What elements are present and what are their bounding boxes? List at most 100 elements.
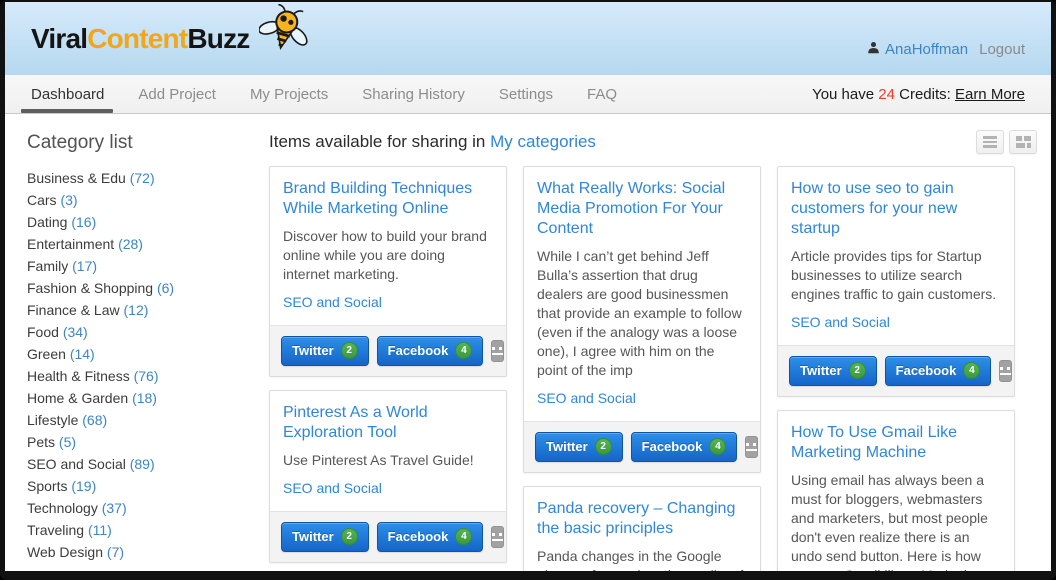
category-count: (76) (134, 368, 159, 384)
twitter-credit-badge: 2 (341, 528, 358, 545)
sidebar-item-home-garden[interactable]: Home & Garden (18) (27, 387, 261, 409)
card-title-link[interactable]: What Really Works: Social Media Promotio… (537, 179, 747, 239)
list-view-button[interactable] (976, 130, 1004, 154)
card-column-2: What Really Works: Social Media Promotio… (523, 166, 761, 571)
twitter-share-button[interactable]: Twitter2 (535, 432, 623, 462)
tab-my-projects[interactable]: My Projects (250, 86, 328, 103)
facebook-button-label: Facebook (388, 529, 449, 544)
card-title-link[interactable]: How To Use Gmail Like Marketing Machine (791, 423, 1001, 463)
sidebar-item-entertainment[interactable]: Entertainment (28) (27, 233, 261, 255)
sidebar-item-finance-law[interactable]: Finance & Law (12) (27, 299, 261, 321)
content-area: Category list Business & Edu (72) Cars (… (5, 114, 1051, 571)
category-count: (6) (157, 280, 174, 296)
more-options-button[interactable] (999, 360, 1012, 382)
username-label: AnaHoffman (885, 41, 968, 58)
my-categories-link[interactable]: My categories (490, 132, 596, 151)
sidebar-item-health-fitness[interactable]: Health & Fitness (76) (27, 365, 261, 387)
nav-tabs: Dashboard Add Project My Projects Sharin… (31, 86, 617, 103)
username-link[interactable]: AnaHoffman (867, 41, 968, 58)
card-share-bar: Twitter2 Facebook4 (270, 325, 506, 376)
content-card: Pinterest As a World Exploration Tool Us… (269, 390, 507, 563)
person-icon (867, 41, 880, 58)
card-category-link[interactable]: SEO and Social (537, 390, 636, 406)
sidebar-item-dating[interactable]: Dating (16) (27, 211, 261, 233)
tab-dashboard[interactable]: Dashboard (31, 86, 104, 103)
sidebar-item-family[interactable]: Family (17) (27, 255, 261, 277)
content-card: How To Use Gmail Like Marketing Machine … (777, 410, 1015, 571)
sidebar-item-lifestyle[interactable]: Lifestyle (68) (27, 409, 261, 431)
category-count: (34) (63, 324, 88, 340)
category-count: (28) (118, 236, 143, 252)
logout-link[interactable]: Logout (979, 41, 1025, 58)
category-count: (7) (107, 544, 124, 560)
more-options-button[interactable] (491, 526, 504, 548)
category-list-title: Category list (27, 132, 261, 154)
card-title-link[interactable]: Pinterest As a World Exploration Tool (283, 403, 493, 443)
view-toggles (976, 130, 1037, 154)
bee-logo-icon (259, 4, 311, 59)
sidebar-item-business-edu[interactable]: Business & Edu (72) (27, 167, 261, 189)
grid-view-button[interactable] (1009, 130, 1037, 154)
category-count: (17) (72, 258, 97, 274)
neutral-face-icon (492, 347, 503, 356)
category-count: (3) (60, 192, 77, 208)
tab-faq[interactable]: FAQ (587, 86, 617, 103)
content-card: Panda recovery – Changing the basic prin… (523, 486, 761, 571)
sidebar-item-green[interactable]: Green (14) (27, 343, 261, 365)
neutral-face-icon (1000, 367, 1011, 376)
logo-text: ViralContentBuzz (31, 23, 249, 55)
more-options-button[interactable] (745, 436, 758, 458)
user-area: AnaHoffman Logout (867, 41, 1025, 58)
facebook-share-button[interactable]: Facebook4 (377, 336, 484, 366)
facebook-share-button[interactable]: Facebook4 (885, 356, 992, 386)
sidebar-item-fashion-shopping[interactable]: Fashion & Shopping (6) (27, 277, 261, 299)
sidebar-item-pets[interactable]: Pets (5) (27, 431, 261, 453)
tab-sharing-history[interactable]: Sharing History (362, 86, 465, 103)
card-column-3: How to use seo to gain customers for you… (777, 166, 1015, 571)
list-view-icon (983, 134, 997, 150)
credits-status: You have 24 Credits: Earn More (812, 86, 1025, 103)
viralcontentbuzz-logo[interactable]: ViralContentBuzz (31, 18, 311, 59)
category-count: (89) (130, 456, 155, 472)
tab-add-project[interactable]: Add Project (138, 86, 216, 103)
category-count: (14) (70, 346, 95, 362)
card-title-link[interactable]: Panda recovery – Changing the basic prin… (537, 499, 747, 539)
card-description: While I can’t get behind Jeff Bulla’s as… (537, 247, 747, 380)
twitter-share-button[interactable]: Twitter2 (281, 522, 369, 552)
facebook-share-button[interactable]: Facebook4 (631, 432, 738, 462)
card-share-bar: Twitter2 Facebook4 (778, 345, 1014, 396)
credits-suffix: Credits: (895, 86, 955, 103)
neutral-face-icon (492, 533, 503, 542)
sidebar-item-cars[interactable]: Cars (3) (27, 189, 261, 211)
sidebar-item-sports[interactable]: Sports (19) (27, 475, 261, 497)
tab-settings[interactable]: Settings (499, 86, 553, 103)
sidebar-item-technology[interactable]: Technology (37) (27, 497, 261, 519)
card-share-bar: Twitter2 Facebook4 (270, 511, 506, 562)
category-count: (19) (71, 478, 96, 494)
sidebar-item-seo-social[interactable]: SEO and Social (89) (27, 453, 261, 475)
card-category-link[interactable]: SEO and Social (791, 314, 890, 330)
facebook-share-button[interactable]: Facebook4 (377, 522, 484, 552)
card-share-bar: Twitter2 Facebook4 (524, 421, 760, 472)
card-description: Use Pinterest As Travel Guide! (283, 451, 493, 470)
category-sidebar: Category list Business & Edu (72) Cars (… (5, 114, 261, 571)
earn-more-link[interactable]: Earn More (955, 86, 1025, 103)
card-category-link[interactable]: SEO and Social (283, 480, 382, 496)
neutral-face-icon (746, 443, 757, 452)
twitter-credit-badge: 2 (595, 438, 612, 455)
twitter-share-button[interactable]: Twitter2 (281, 336, 369, 366)
sidebar-item-web-design[interactable]: Web Design (7) (27, 541, 261, 563)
category-count: (12) (124, 302, 149, 318)
twitter-button-label: Twitter (292, 343, 334, 358)
sidebar-item-food[interactable]: Food (34) (27, 321, 261, 343)
facebook-button-label: Facebook (642, 439, 703, 454)
facebook-credit-badge: 4 (455, 342, 472, 359)
card-title-link[interactable]: Brand Building Techniques While Marketin… (283, 179, 493, 219)
more-options-button[interactable] (491, 340, 504, 362)
main-panel: Items available for sharing in My catego… (261, 114, 1051, 571)
category-list: Business & Edu (72) Cars (3) Dating (16)… (27, 167, 261, 563)
twitter-share-button[interactable]: Twitter2 (789, 356, 877, 386)
sidebar-item-traveling[interactable]: Traveling (11) (27, 519, 261, 541)
card-category-link[interactable]: SEO and Social (283, 294, 382, 310)
card-title-link[interactable]: How to use seo to gain customers for you… (791, 179, 1001, 239)
